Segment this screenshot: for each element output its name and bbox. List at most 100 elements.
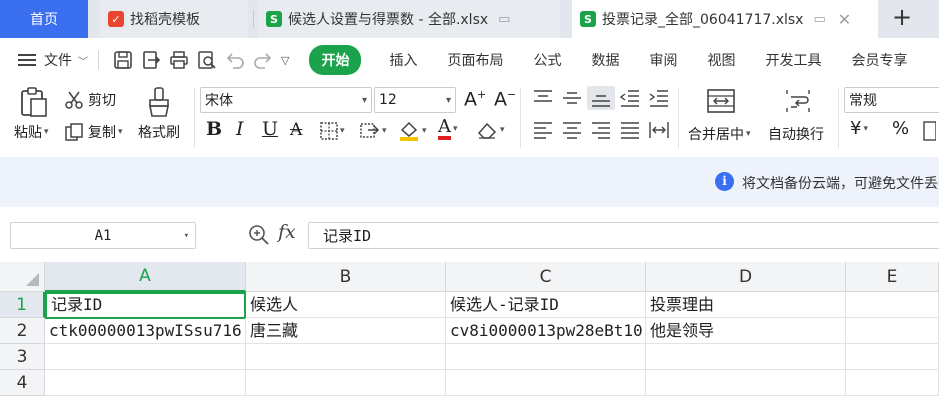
row-header-3[interactable]: 3 bbox=[0, 344, 45, 370]
align-bottom-button[interactable] bbox=[587, 86, 615, 110]
cut-button[interactable]: 剪切 bbox=[64, 90, 116, 110]
row-header-4[interactable]: 4 bbox=[0, 370, 45, 396]
print-icon[interactable] bbox=[169, 50, 189, 70]
format-painter-button[interactable] bbox=[146, 86, 172, 118]
cell-e2[interactable] bbox=[846, 318, 939, 344]
percent-button[interactable]: % bbox=[892, 118, 909, 139]
strikethrough-button[interactable]: A bbox=[290, 120, 302, 140]
cell-c2[interactable]: cv8i0000013pw28eBt10 bbox=[446, 318, 646, 344]
font-name-select[interactable]: 宋体 ▾ bbox=[200, 87, 372, 113]
menu-page-layout[interactable]: 页面布局 bbox=[447, 50, 503, 70]
ribbon-divider bbox=[838, 88, 839, 148]
menu-developer[interactable]: 开发工具 bbox=[765, 50, 821, 70]
row-header-2[interactable]: 2 bbox=[0, 318, 45, 344]
file-menu[interactable]: 文件 ﹀ bbox=[18, 50, 88, 70]
cell-c3[interactable] bbox=[446, 344, 646, 370]
menu-data[interactable]: 数据 bbox=[591, 50, 619, 70]
fill-color-button[interactable]: ▾ bbox=[398, 120, 427, 142]
cell-a4[interactable] bbox=[45, 370, 246, 396]
increase-font-size-button[interactable]: A+ bbox=[464, 88, 486, 110]
format-painter-label-row[interactable]: 格式刷 bbox=[138, 122, 180, 142]
thousands-button[interactable] bbox=[922, 120, 936, 142]
cell-a1[interactable]: 记录ID bbox=[45, 292, 246, 319]
new-tab-button[interactable]: + bbox=[888, 4, 916, 32]
cell-e1[interactable] bbox=[846, 292, 939, 318]
tab-home[interactable]: 首页 bbox=[0, 0, 88, 38]
menu-formulas[interactable]: 公式 bbox=[533, 50, 561, 70]
tab-candidate-file[interactable]: S 候选人设置与得票数 - 全部.xlsx ▭ bbox=[258, 0, 560, 38]
tab-vote-record-file[interactable]: S 投票记录_全部_06041717.xlsx ▭ ✕ bbox=[572, 0, 878, 38]
cell-a2[interactable]: ctk00000013pwISsu716 bbox=[45, 318, 246, 344]
align-center-icon[interactable] bbox=[561, 120, 583, 140]
merge-cells-icon[interactable] bbox=[706, 88, 736, 114]
wrap-text-button[interactable]: 自动换行 bbox=[768, 124, 824, 144]
paste-label-row[interactable]: 粘贴 ▾ bbox=[14, 122, 49, 142]
borders-button[interactable]: ▾ bbox=[320, 122, 345, 140]
justify-icon[interactable] bbox=[619, 120, 641, 140]
paste-button[interactable] bbox=[18, 86, 48, 118]
quick-access-more-icon[interactable]: ▽ bbox=[281, 54, 289, 67]
monitor-icon[interactable]: ▭ bbox=[813, 12, 825, 27]
cell-b1[interactable]: 候选人 bbox=[246, 292, 446, 318]
copy-button[interactable]: 复制 ▾ bbox=[64, 122, 123, 142]
italic-button[interactable]: I bbox=[236, 118, 244, 140]
number-format-value: 常规 bbox=[849, 93, 877, 109]
cell-b3[interactable] bbox=[246, 344, 446, 370]
redo-icon[interactable] bbox=[253, 50, 273, 70]
save-icon[interactable] bbox=[113, 50, 133, 70]
menu-insert[interactable]: 插入 bbox=[389, 50, 417, 70]
cell-d1[interactable]: 投票理由 bbox=[646, 292, 846, 318]
cell-c1[interactable]: 候选人-记录ID bbox=[446, 292, 646, 318]
cell-b2[interactable]: 唐三藏 bbox=[246, 318, 446, 344]
number-format-select[interactable]: 常规 bbox=[844, 87, 939, 113]
increase-indent-icon[interactable] bbox=[648, 88, 670, 108]
cell-a3[interactable] bbox=[45, 344, 246, 370]
formula-input[interactable]: 记录ID bbox=[308, 222, 939, 249]
bold-button[interactable]: B bbox=[206, 118, 222, 140]
align-left-icon[interactable] bbox=[532, 120, 554, 140]
menu-view[interactable]: 视图 bbox=[707, 50, 735, 70]
font-size-select[interactable]: 12 ▾ bbox=[374, 87, 456, 113]
column-header-a[interactable]: A bbox=[45, 262, 246, 292]
align-middle-icon[interactable] bbox=[561, 88, 583, 108]
currency-button[interactable]: ¥ ▾ bbox=[850, 118, 868, 139]
wrap-text-icon[interactable] bbox=[784, 88, 812, 114]
print-preview-icon[interactable] bbox=[197, 50, 217, 70]
insert-function-button[interactable]: fx bbox=[278, 221, 296, 243]
column-header-b[interactable]: B bbox=[246, 262, 446, 292]
monitor-icon[interactable]: ▭ bbox=[498, 12, 510, 27]
cell-d2[interactable]: 他是领导 bbox=[646, 318, 846, 344]
menu-member[interactable]: 会员专享 bbox=[851, 50, 907, 70]
fill-effect-icon bbox=[360, 123, 380, 138]
select-all-corner[interactable] bbox=[0, 262, 45, 292]
clear-button[interactable]: ▾ bbox=[476, 120, 505, 140]
zoom-icon[interactable] bbox=[248, 224, 270, 246]
distributed-align-icon[interactable] bbox=[648, 120, 670, 140]
align-right-icon[interactable] bbox=[590, 120, 612, 140]
menu-review[interactable]: 审阅 bbox=[649, 50, 677, 70]
cell-b4[interactable] bbox=[246, 370, 446, 396]
column-header-d[interactable]: D bbox=[646, 262, 846, 292]
cell-d3[interactable] bbox=[646, 344, 846, 370]
undo-icon[interactable] bbox=[225, 50, 245, 70]
merge-center-button[interactable]: 合并居中 ▾ bbox=[688, 124, 751, 144]
name-box[interactable]: A1 ▾ bbox=[10, 222, 196, 249]
decrease-font-size-button[interactable]: A− bbox=[494, 88, 516, 110]
font-color-button[interactable]: A ▾ bbox=[438, 118, 458, 140]
export-icon[interactable] bbox=[141, 50, 161, 70]
fill-effect-button[interactable]: ▾ bbox=[360, 122, 387, 140]
column-header-c[interactable]: C bbox=[446, 262, 646, 292]
decrease-indent-icon[interactable] bbox=[619, 88, 641, 108]
align-top-icon[interactable] bbox=[532, 88, 554, 108]
cell-e4[interactable] bbox=[846, 370, 939, 396]
tab-template[interactable]: ✓ 找稻壳模板 bbox=[100, 0, 248, 38]
column-header-e[interactable]: E bbox=[846, 262, 939, 292]
row-header-1[interactable]: 1 bbox=[0, 292, 45, 318]
cell-e3[interactable] bbox=[846, 344, 939, 370]
close-icon[interactable]: ✕ bbox=[838, 10, 851, 29]
menu-start[interactable]: 开始 bbox=[309, 45, 362, 75]
cell-c4[interactable] bbox=[446, 370, 646, 396]
underline-button[interactable]: U bbox=[262, 118, 278, 140]
thousands-separator-icon bbox=[923, 121, 936, 141]
cell-d4[interactable] bbox=[646, 370, 846, 396]
